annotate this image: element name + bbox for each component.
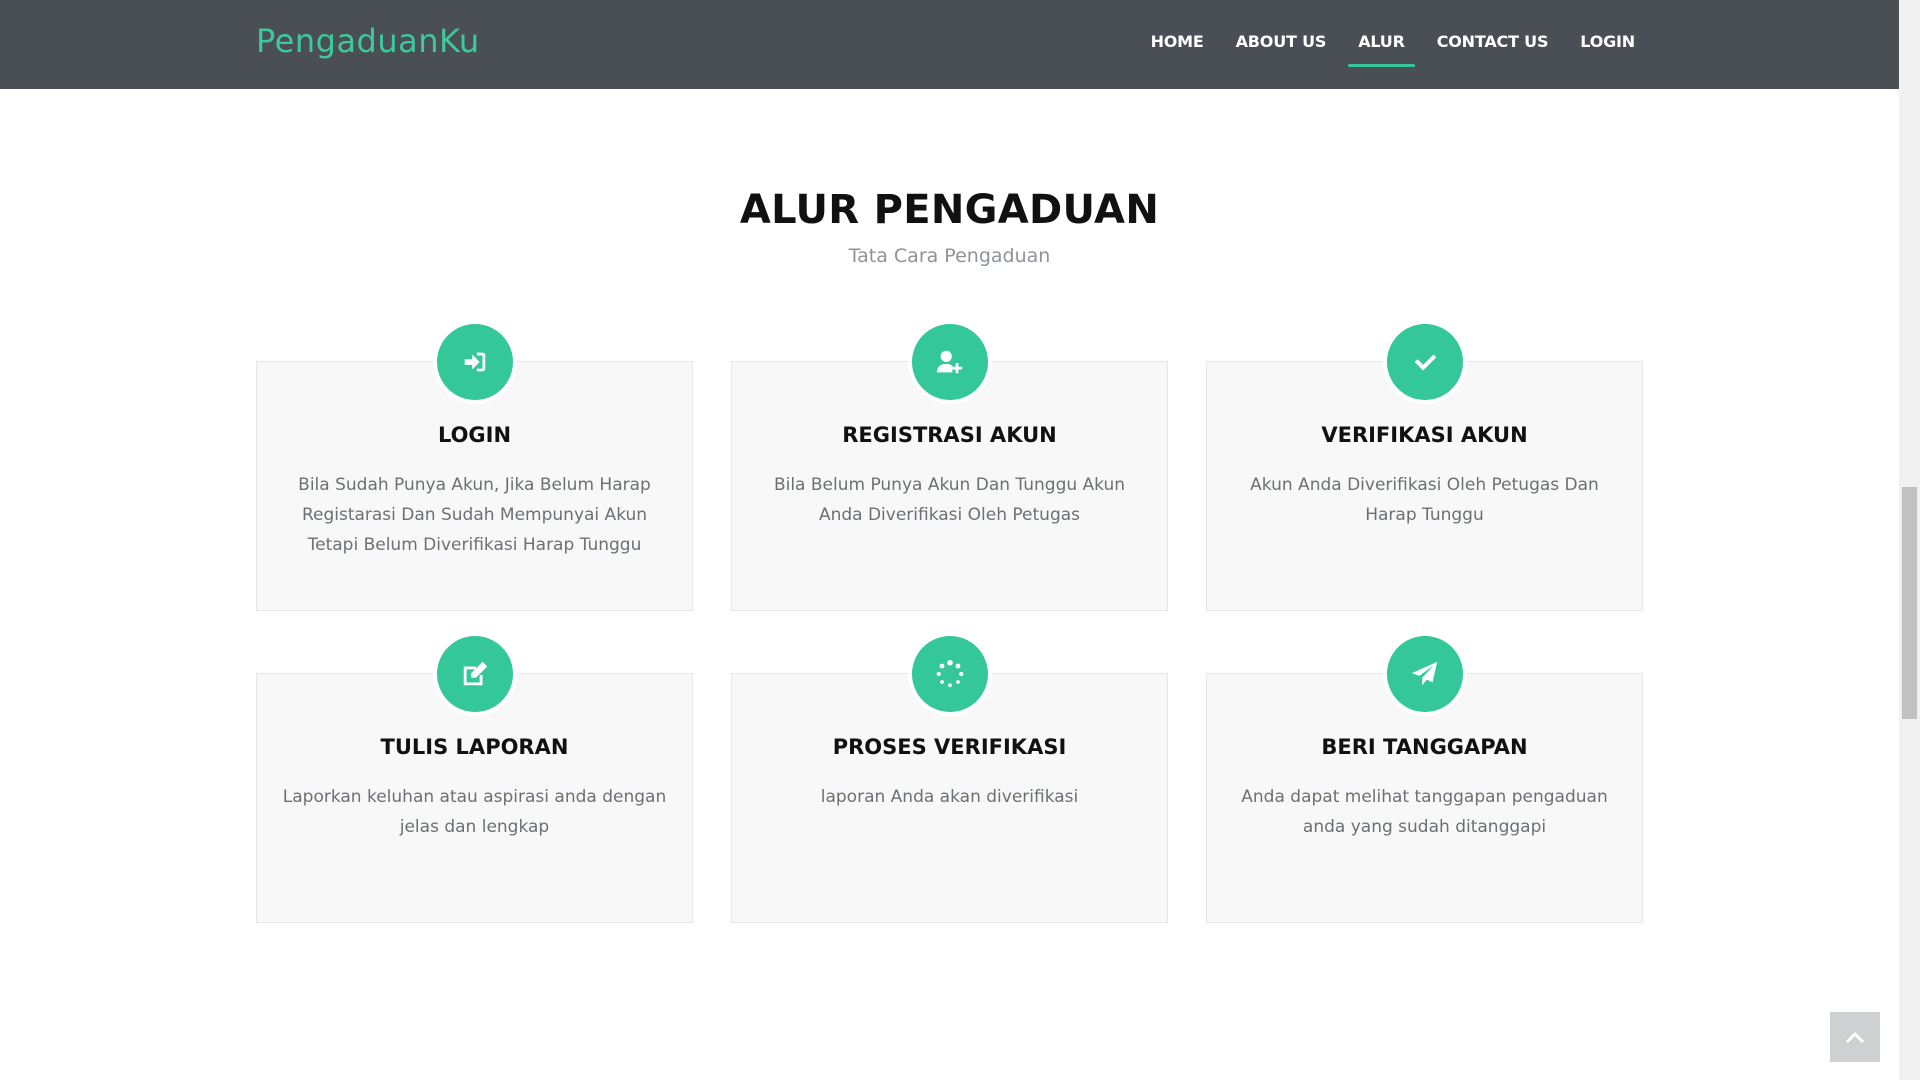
step-card-registrasi: REGISTRASI AKUN Bila Belum Punya Akun Da… [731,324,1168,611]
card-title: VERIFIKASI AKUN [1321,423,1528,447]
site-header: PengaduanKu HOME ABOUT US ALUR CONTACT U… [0,0,1899,89]
user-plus-icon [911,324,988,400]
card-title: BERI TANGGAPAN [1321,735,1528,759]
section-subtitle: Tata Cara Pengaduan [848,245,1051,267]
nav-home[interactable]: HOME [1151,0,1204,89]
step-card-login: LOGIN Bila Sudah Punya Akun, Jika Belum … [256,324,693,611]
section-title: ALUR PENGADUAN [739,187,1160,233]
card-description: Bila Sudah Punya Akun, Jika Belum Harap … [298,475,651,555]
edit-icon [436,636,513,712]
step-card-beri-tanggapan: BERI TANGGAPAN Anda dapat melihat tangga… [1206,636,1643,923]
card-description: laporan Anda akan diverifikasi [820,787,1079,807]
scrollbar-thumb[interactable] [1902,487,1917,719]
nav-login[interactable]: LOGIN [1580,0,1635,89]
main-nav: HOME ABOUT US ALUR CONTACT US LOGIN [1119,0,1635,89]
nav-about-us[interactable]: ABOUT US [1236,0,1327,89]
nav-contact-us[interactable]: CONTACT US [1437,0,1549,89]
card-description: Akun Anda Diverifikasi Oleh Petugas Dan … [1250,475,1599,525]
card-description: Anda dapat melihat tanggapan pengaduan a… [1241,787,1608,837]
step-card-proses-verifikasi: PROSES VERIFIKASI laporan Anda akan dive… [731,636,1168,923]
step-card-verifikasi: VERIFIKASI AKUN Akun Anda Diverifikasi O… [1206,324,1643,611]
card-description: Bila Belum Punya Akun Dan Tunggu Akun An… [773,475,1126,525]
card-description: Laporkan keluhan atau aspirasi anda deng… [282,787,667,837]
card-title: LOGIN [437,423,512,447]
card-title: TULIS LAPORAN [380,735,569,759]
page: PengaduanKu HOME ABOUT US ALUR CONTACT U… [0,0,1899,1080]
nav-alur[interactable]: ALUR [1348,0,1415,89]
chevron-up-icon [1845,1031,1865,1044]
card-title: PROSES VERIFIKASI [832,735,1067,759]
back-to-top-button[interactable] [1830,1012,1880,1062]
site-logo[interactable]: PengaduanKu [256,22,480,60]
paper-plane-icon [1386,636,1463,712]
check-icon [1386,324,1463,400]
sign-in-icon [436,324,513,400]
card-title: REGISTRASI AKUN [842,423,1057,447]
step-card-tulis-laporan: TULIS LAPORAN Laporkan keluhan atau aspi… [256,636,693,923]
spinner-icon [911,636,988,712]
